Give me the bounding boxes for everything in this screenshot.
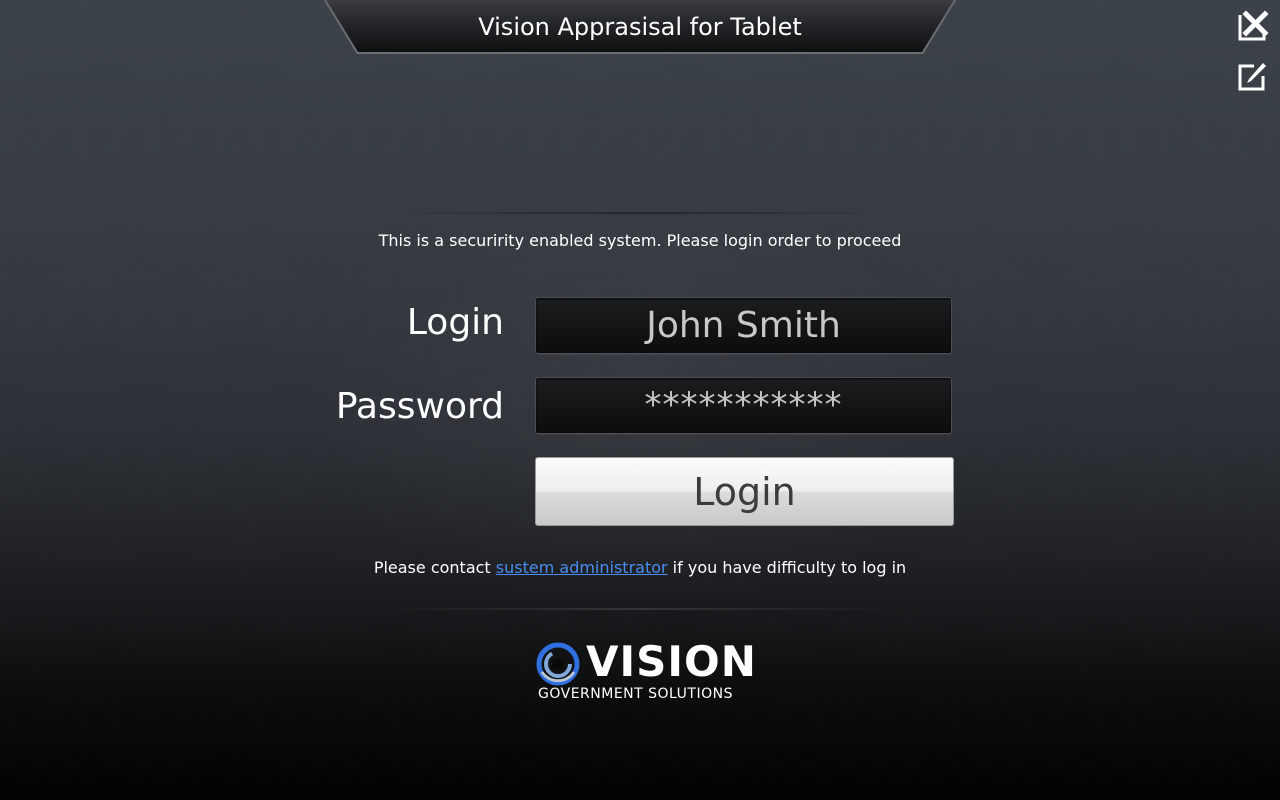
logo-subtitle: GOVERNMENT SOLUTIONS <box>538 686 733 702</box>
divider-bottom <box>380 608 900 610</box>
close-button[interactable] <box>1236 9 1270 43</box>
app-title: Vision Apprasisal for Tablet <box>478 13 802 41</box>
admin-link[interactable]: sustem administrator <box>496 558 668 577</box>
security-notice: This is a securirity enabled system. Ple… <box>378 231 902 250</box>
close-x-icon <box>1238 10 1269 41</box>
edit-button[interactable] <box>1236 59 1270 93</box>
contact-line: Please contact sustem administrator if y… <box>0 558 1280 577</box>
contact-suffix: if you have difficulty to log in <box>667 558 907 577</box>
vision-swirl-icon <box>536 642 580 686</box>
login-label: Login <box>406 302 504 343</box>
logo-wordmark: VISION <box>586 637 757 686</box>
divider-top <box>380 212 900 214</box>
password-input[interactable] <box>535 377 952 434</box>
contact-prefix: Please contact <box>373 558 496 577</box>
login-button[interactable]: Login <box>535 457 954 526</box>
vision-logo: VISION GOVERNMENT SOLUTIONS <box>536 637 756 710</box>
title-banner: Vision Apprasisal for Tablet <box>326 0 954 52</box>
login-input[interactable] <box>535 297 952 354</box>
edit-pencil-icon <box>1238 63 1266 91</box>
password-label: Password <box>335 386 504 427</box>
